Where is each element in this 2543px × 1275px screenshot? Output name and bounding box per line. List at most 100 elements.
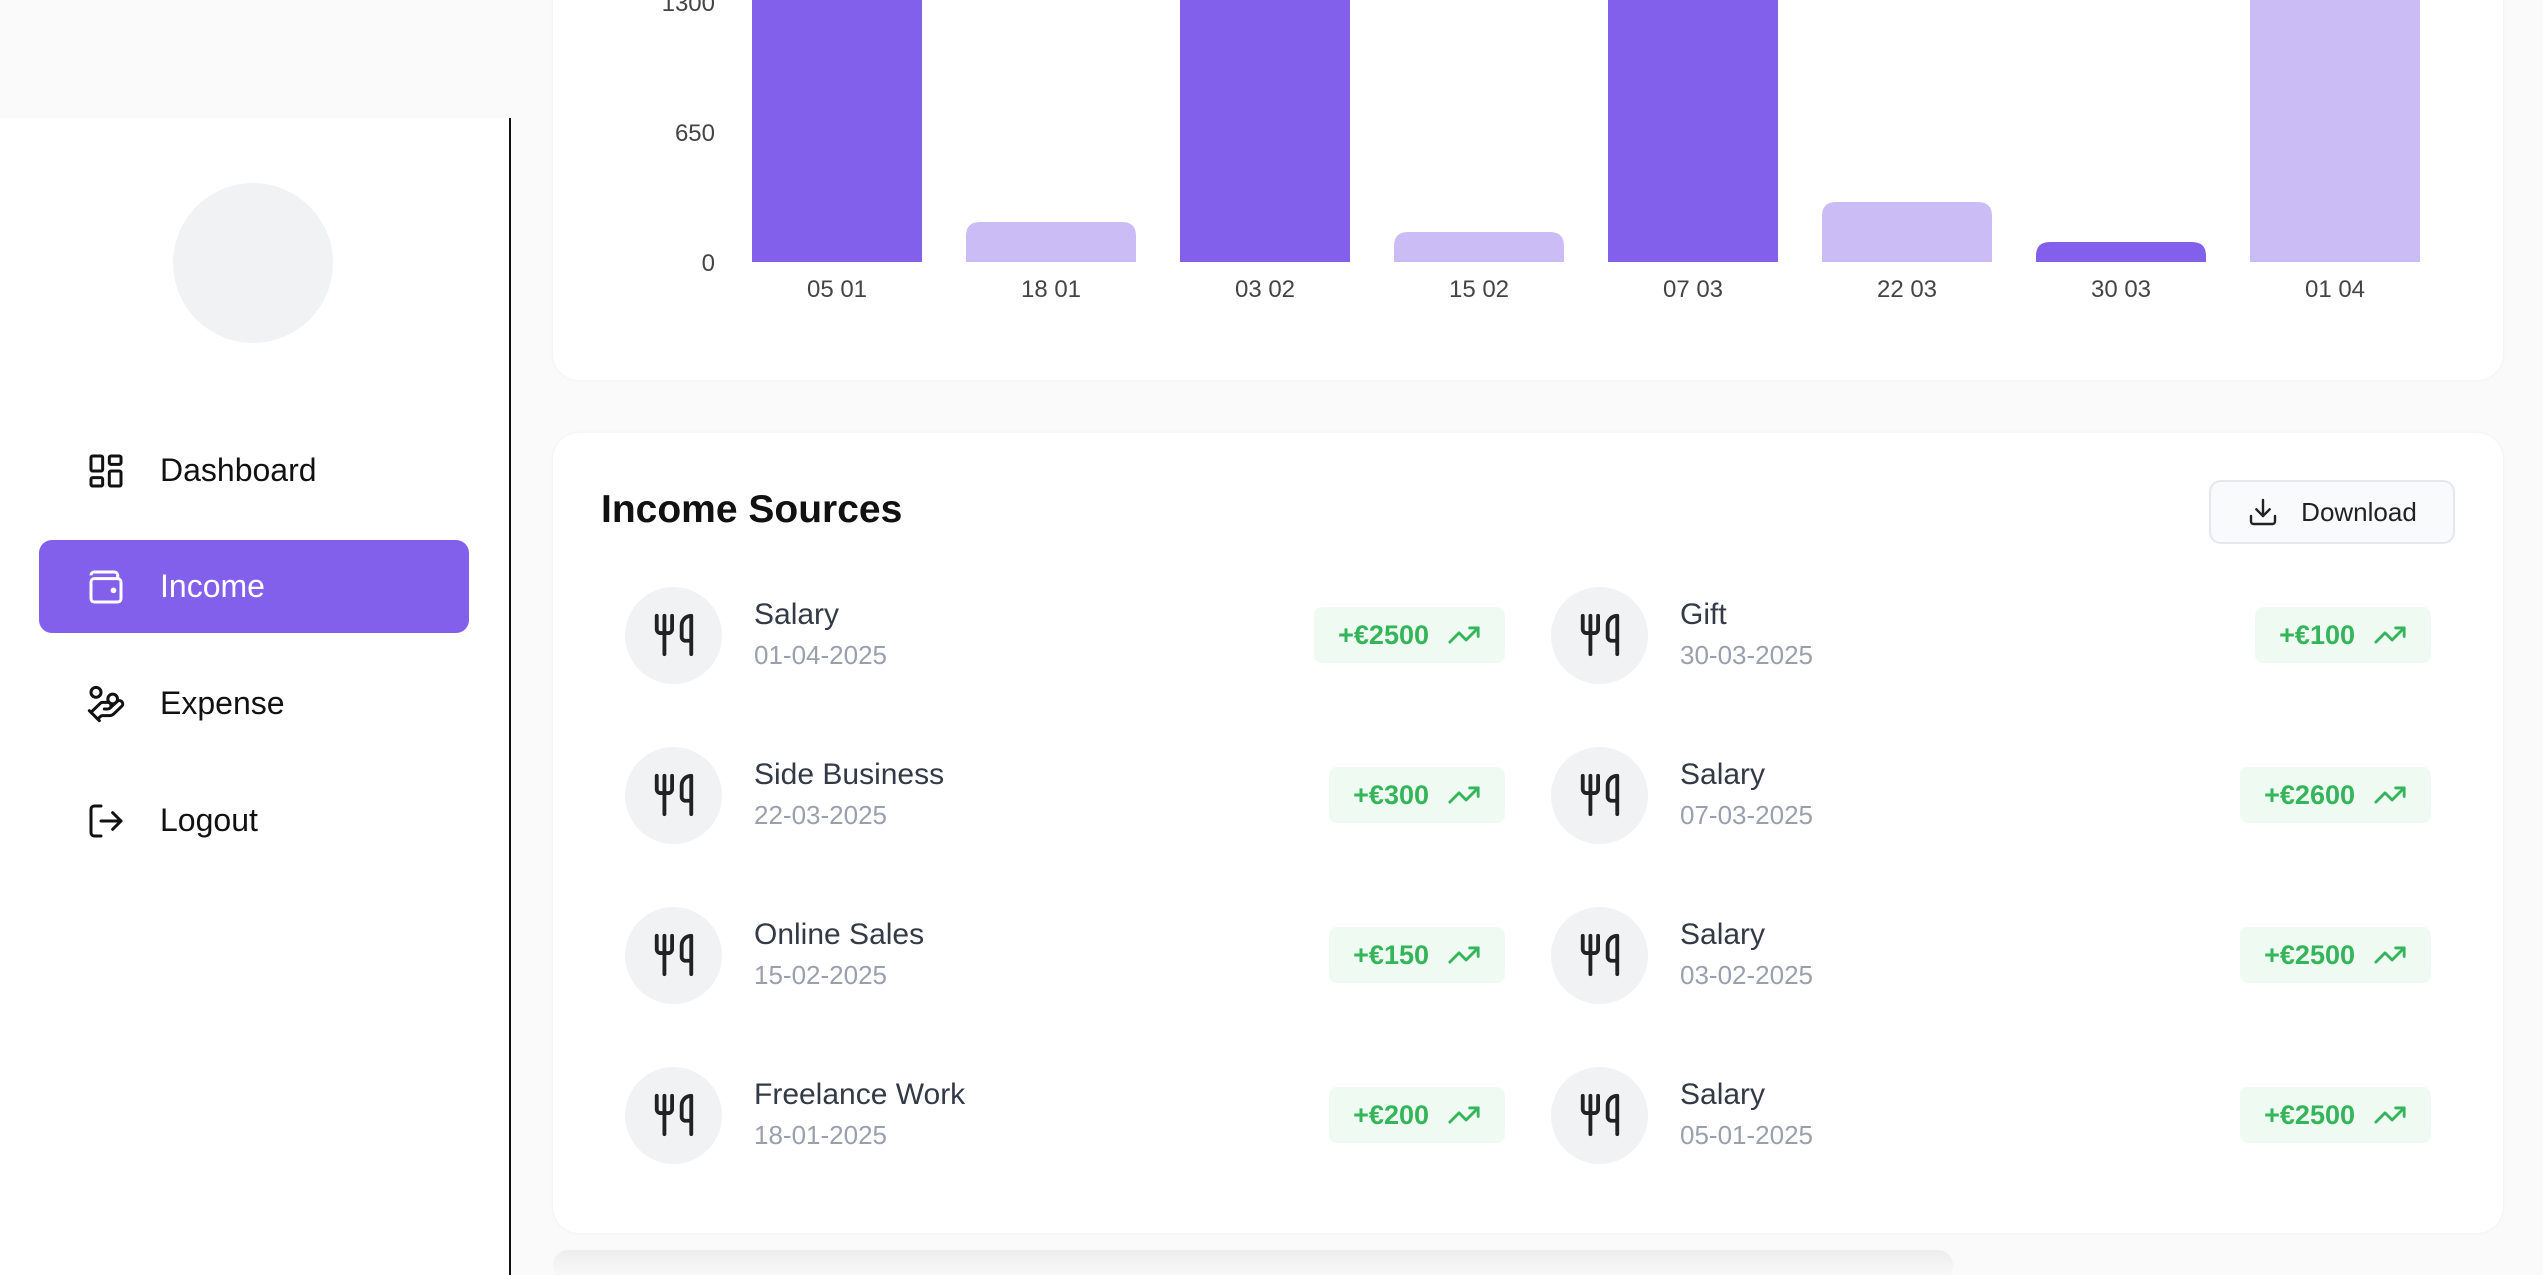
sidebar-item-income[interactable]: Income [39, 540, 469, 633]
chart-bar[interactable] [2250, 0, 2420, 262]
card-title: Income Sources [601, 488, 903, 531]
utensils-icon [625, 906, 722, 1004]
amount-value: +€300 [1353, 779, 1429, 810]
trending-up-icon [1447, 778, 1481, 812]
utensils-icon [625, 1066, 722, 1164]
utensils-icon [1551, 586, 1648, 684]
download-button[interactable]: Download [2209, 480, 2455, 544]
income-name: Freelance Work [754, 1078, 966, 1111]
income-row[interactable]: Salary 07-03-2025 +€2600 [1551, 745, 2431, 845]
x-tick-label: 15 02 [1449, 276, 1509, 303]
sidebar-item-label: Logout [160, 802, 258, 838]
income-name: Salary [754, 598, 840, 631]
amount-badge: +€300 [1329, 767, 1505, 823]
hand-coins-icon [86, 684, 126, 724]
income-row-text: Salary 03-02-2025 [1680, 915, 2240, 995]
x-tick-label: 18 01 [1021, 276, 1081, 303]
chart-bar[interactable] [1180, 0, 1350, 262]
income-row[interactable]: Salary 01-04-2025 +€2500 [625, 585, 1505, 685]
amount-badge: +€2500 [2240, 1087, 2431, 1143]
amount-badge: +€100 [2255, 607, 2431, 663]
chart-bar[interactable] [2036, 242, 2206, 262]
income-row[interactable]: Salary 03-02-2025 +€2500 [1551, 905, 2431, 1005]
amount-value: +€100 [2279, 619, 2355, 650]
dashboard-icon [86, 451, 126, 491]
income-row-text: Salary 05-01-2025 [1680, 1075, 2240, 1155]
income-row-text: Freelance Work 18-01-2025 [754, 1075, 1329, 1155]
download-icon [2247, 496, 2279, 528]
chart-bar[interactable] [1608, 0, 1778, 262]
sidebar-item-label: Dashboard [160, 452, 317, 488]
income-date: 15-02-2025 [754, 960, 887, 990]
income-row-text: Salary 07-03-2025 [1680, 755, 2240, 835]
chart-bar[interactable] [1394, 232, 1564, 262]
utensils-icon [1551, 746, 1648, 844]
trending-up-icon [1447, 618, 1481, 652]
income-row[interactable]: Gift 30-03-2025 +€100 [1551, 585, 2431, 685]
amount-badge: +€2500 [1314, 607, 1505, 663]
sidebar: Dashboard Income Expense Logout [0, 118, 511, 1275]
income-chart-card: 0 650 1300 05 01 18 01 03 02 15 02 07 03 22 03 30… [553, 0, 2503, 380]
trending-up-icon [2373, 1098, 2407, 1132]
chart-bar[interactable] [966, 222, 1136, 262]
trending-up-icon [1447, 1098, 1481, 1132]
income-row[interactable]: Online Sales 15-02-2025 +€150 [625, 905, 1505, 1005]
amount-value: +€2500 [2264, 939, 2355, 970]
sidebar-item-logout[interactable]: Logout [39, 774, 469, 867]
income-name: Online Sales [754, 918, 925, 951]
sidebar-item-label: Income [160, 568, 265, 604]
income-name: Salary [1680, 918, 1766, 951]
utensils-icon [625, 746, 722, 844]
sidebar-item-expense[interactable]: Expense [39, 657, 469, 750]
amount-value: +€200 [1353, 1099, 1429, 1130]
chart-bar[interactable] [1822, 202, 1992, 262]
income-row[interactable]: Salary 05-01-2025 +€2500 [1551, 1065, 2431, 1165]
income-name: Salary [1680, 758, 1766, 791]
trending-up-icon [2373, 618, 2407, 652]
amount-badge: +€150 [1329, 927, 1505, 983]
wallet-icon [86, 567, 126, 607]
income-date: 05-01-2025 [1680, 1120, 1813, 1150]
income-date: 01-04-2025 [754, 640, 887, 670]
amount-badge: +€200 [1329, 1087, 1505, 1143]
x-tick-label: 01 04 [2305, 276, 2365, 303]
trending-up-icon [2373, 938, 2407, 972]
income-row-text: Gift 30-03-2025 [1680, 595, 2255, 675]
trending-up-icon [2373, 778, 2407, 812]
chart-bar[interactable] [752, 0, 922, 262]
logout-icon [86, 801, 126, 841]
amount-badge: +€2500 [2240, 927, 2431, 983]
avatar[interactable] [173, 183, 333, 343]
income-date: 18-01-2025 [754, 1120, 887, 1150]
income-name: Side Business [754, 758, 945, 791]
income-row[interactable]: Freelance Work 18-01-2025 +€200 [625, 1065, 1505, 1165]
amount-value: +€150 [1353, 939, 1429, 970]
x-tick-label: 03 02 [1235, 276, 1295, 303]
income-name: Salary [1680, 1078, 1766, 1111]
sidebar-item-dashboard[interactable]: Dashboard [39, 424, 469, 517]
utensils-icon [1551, 906, 1648, 1004]
income-bar-chart: 0 650 1300 05 01 18 01 03 02 15 02 07 03 22 03 30… [662, 0, 2420, 303]
x-tick-label: 07 03 [1663, 276, 1723, 303]
income-date: 30-03-2025 [1680, 640, 1813, 670]
amount-value: +€2600 [2264, 779, 2355, 810]
income-row-text: Side Business 22-03-2025 [754, 755, 1329, 835]
income-date: 07-03-2025 [1680, 800, 1813, 830]
x-tick-label: 22 03 [1877, 276, 1937, 303]
amount-value: +€2500 [2264, 1099, 2355, 1130]
y-tick-label: 650 [675, 120, 715, 147]
income-row-text: Online Sales 15-02-2025 [754, 915, 1329, 995]
amount-badge: +€2600 [2240, 767, 2431, 823]
income-name: Gift [1680, 598, 1727, 631]
income-date: 22-03-2025 [754, 800, 887, 830]
x-tick-label: 30 03 [2091, 276, 2151, 303]
income-row[interactable]: Side Business 22-03-2025 +€300 [625, 745, 1505, 845]
x-tick-label: 05 01 [807, 276, 867, 303]
income-sources-card: Income Sources Download Salary 01-04-2025… [553, 433, 2503, 1233]
download-label: Download [2301, 496, 2417, 527]
sidebar-item-label: Expense [160, 685, 285, 721]
y-tick-label: 1300 [662, 0, 715, 17]
utensils-icon [625, 586, 722, 684]
income-row-text: Salary 01-04-2025 [754, 595, 1314, 675]
trending-up-icon [1447, 938, 1481, 972]
